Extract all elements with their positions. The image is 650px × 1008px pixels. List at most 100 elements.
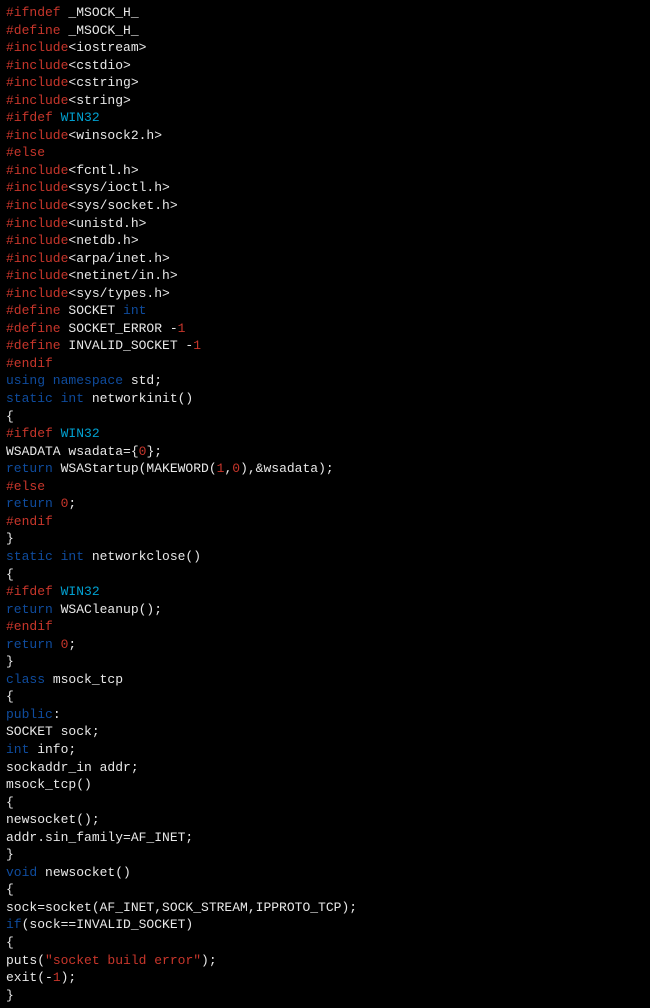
code-line: {: [6, 408, 644, 426]
code-line: #include<sys/types.h>: [6, 285, 644, 303]
token-preproc: #include: [6, 93, 68, 108]
token-white: );: [201, 953, 217, 968]
code-line: #include<winsock2.h>: [6, 127, 644, 145]
code-line: {: [6, 688, 644, 706]
token-keyword: int: [123, 303, 146, 318]
code-viewer: #ifndef _MSOCK_H_ #define _MSOCK_H_ #inclu…: [6, 4, 644, 1004]
token-white: {: [6, 689, 14, 704]
token-white: SOCKET sock;: [6, 724, 100, 739]
token-white: WSADATA wsadata={: [6, 444, 139, 459]
token-keyword: static int: [6, 391, 84, 406]
token-keyword: int: [6, 742, 29, 757]
code-line: static int networkinit(): [6, 390, 644, 408]
code-line: #include<fcntl.h>: [6, 162, 644, 180]
token-preproc: #endif: [6, 619, 53, 634]
code-line: #include<arpa/inet.h>: [6, 250, 644, 268]
token-preproc: #define: [6, 321, 61, 336]
token-preproc: #define: [6, 338, 61, 353]
token-white: <sys/types.h>: [68, 286, 169, 301]
token-white: <winsock2.h>: [68, 128, 162, 143]
token-preproc: #include: [6, 251, 68, 266]
token-white: <sys/ioctl.h>: [68, 180, 169, 195]
token-keyword: void: [6, 865, 37, 880]
token-white: _MSOCK_H_: [61, 5, 139, 20]
code-line: #endif: [6, 618, 644, 636]
code-line: sockaddr_in addr;: [6, 759, 644, 777]
code-line: #define _MSOCK_H_: [6, 22, 644, 40]
code-line: }: [6, 846, 644, 864]
token-string: "socket build error": [45, 953, 201, 968]
code-line: #else: [6, 478, 644, 496]
token-preproc: #define: [6, 303, 61, 318]
token-keyword: return: [6, 602, 53, 617]
token-white: <netdb.h>: [68, 233, 138, 248]
token-preproc: #else: [6, 479, 45, 494]
code-line: return 0;: [6, 636, 644, 654]
token-white: (sock==INVALID_SOCKET): [22, 917, 194, 932]
token-white: ;: [68, 496, 76, 511]
token-white: SOCKET_ERROR -: [61, 321, 178, 336]
token-preproc: #endif: [6, 514, 53, 529]
token-white: {: [6, 567, 14, 582]
code-line: void newsocket(): [6, 864, 644, 882]
token-white: msock_tcp(): [6, 777, 92, 792]
token-white: <fcntl.h>: [68, 163, 138, 178]
code-line: if(sock==INVALID_SOCKET): [6, 916, 644, 934]
code-line: {: [6, 566, 644, 584]
token-preproc: #endif: [6, 356, 53, 371]
token-number: 1: [178, 321, 186, 336]
code-line: msock_tcp(): [6, 776, 644, 794]
token-white: {: [6, 882, 14, 897]
token-keyword: static int: [6, 549, 84, 564]
token-white: <string>: [68, 93, 130, 108]
token-white: {: [6, 935, 14, 950]
token-white: newsocket();: [6, 812, 100, 827]
token-preproc: #include: [6, 286, 68, 301]
code-line: #include<netinet/in.h>: [6, 267, 644, 285]
code-line: #else: [6, 144, 644, 162]
code-line: #include<cstdio>: [6, 57, 644, 75]
code-line: #include<unistd.h>: [6, 215, 644, 233]
token-keyword: if: [6, 917, 22, 932]
token-cyan: WIN32: [53, 426, 100, 441]
token-white: }: [6, 531, 14, 546]
code-line: #include<sys/ioctl.h>: [6, 179, 644, 197]
code-line: WSADATA wsadata={0};: [6, 443, 644, 461]
token-preproc: #ifdef: [6, 426, 53, 441]
token-keyword: public: [6, 707, 53, 722]
token-white: newsocket(): [37, 865, 131, 880]
token-white: ),&wsadata);: [240, 461, 334, 476]
code-line: #include<cstring>: [6, 74, 644, 92]
token-keyword: using namespace: [6, 373, 123, 388]
code-line: return WSAStartup(MAKEWORD(1,0),&wsadata…: [6, 460, 644, 478]
code-line: #define SOCKET int: [6, 302, 644, 320]
token-white: networkclose(): [84, 549, 201, 564]
code-line: static int networkclose(): [6, 548, 644, 566]
code-line: newsocket();: [6, 811, 644, 829]
token-white: }: [6, 988, 14, 1003]
token-white: std;: [123, 373, 162, 388]
code-line: {: [6, 934, 644, 952]
code-line: #ifdef WIN32: [6, 425, 644, 443]
token-white: WSACleanup();: [53, 602, 162, 617]
token-white: puts(: [6, 953, 45, 968]
token-white: WSAStartup(MAKEWORD(: [53, 461, 217, 476]
code-line: }: [6, 530, 644, 548]
code-line: exit(-1);: [6, 969, 644, 987]
code-line: int info;: [6, 741, 644, 759]
code-line: #endif: [6, 355, 644, 373]
token-number: 1: [53, 970, 61, 985]
token-preproc: #ifdef: [6, 584, 53, 599]
code-line: puts("socket build error");: [6, 952, 644, 970]
code-line: #endif: [6, 513, 644, 531]
token-white: }: [6, 654, 14, 669]
token-white: <cstring>: [68, 75, 138, 90]
token-preproc: #ifndef: [6, 5, 61, 20]
token-white: ;: [68, 637, 76, 652]
token-white: exit(-: [6, 970, 53, 985]
token-white: <arpa/inet.h>: [68, 251, 169, 266]
token-keyword: return: [6, 637, 61, 652]
code-line: class msock_tcp: [6, 671, 644, 689]
token-white: :: [53, 707, 61, 722]
code-line: using namespace std;: [6, 372, 644, 390]
